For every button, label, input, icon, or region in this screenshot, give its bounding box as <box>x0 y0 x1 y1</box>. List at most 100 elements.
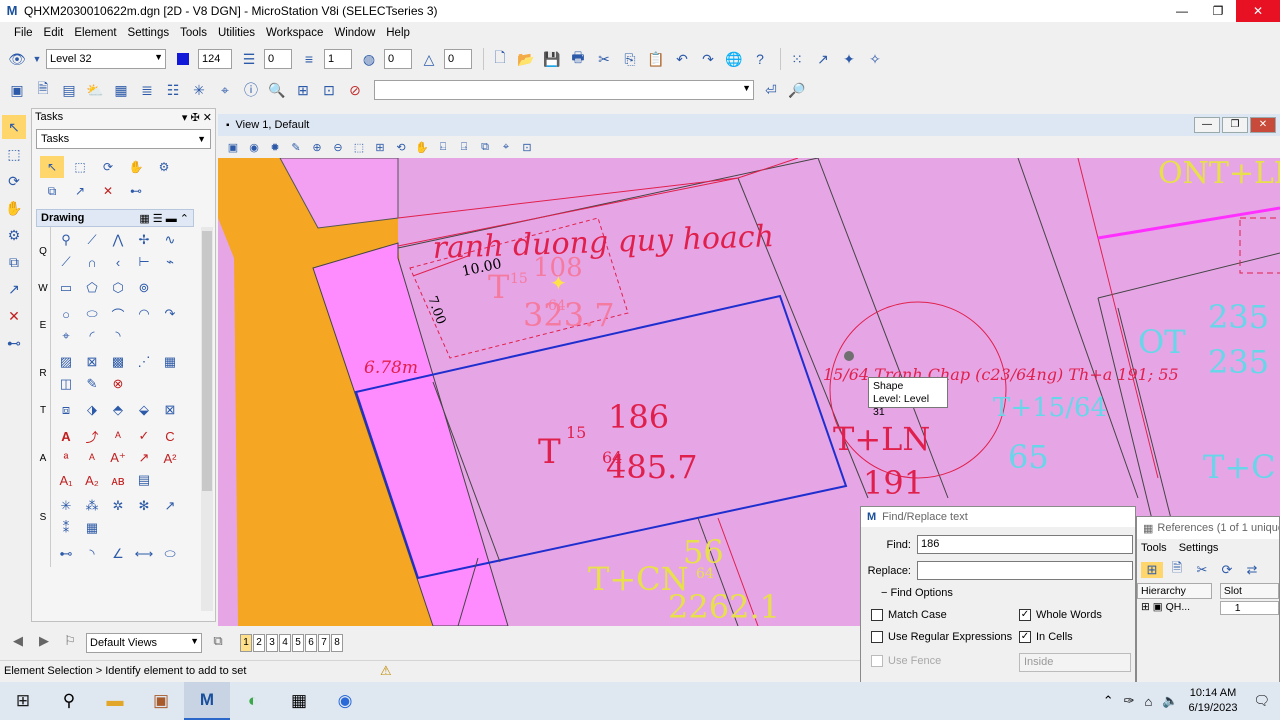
delete-icon[interactable]: ✕ <box>2 304 26 328</box>
paste-icon[interactable]: 📋 <box>645 48 667 70</box>
match-pattern-icon[interactable]: ◫ <box>54 374 78 394</box>
view-groups-icon[interactable]: ⧉ <box>208 633 228 653</box>
rotate-tool-icon[interactable]: ⟳ <box>96 156 120 178</box>
cell-edit-icon[interactable]: ⬗ <box>80 400 104 420</box>
show-pattern-icon[interactable]: ▦ <box>158 352 182 372</box>
dropdown-arrow-icon[interactable]: ▼ <box>32 48 42 70</box>
web-globe-icon[interactable]: 🌐 <box>723 48 745 70</box>
extend-icon[interactable]: ⌖ <box>54 326 78 346</box>
cell-icon[interactable]: ⧈ <box>54 400 78 420</box>
snap-table-icon[interactable]: ▦ <box>80 518 104 538</box>
dimension-line-icon[interactable]: ⊷ <box>54 544 78 564</box>
view-next-icon[interactable]: ⍈ <box>455 141 473 154</box>
render-icon[interactable]: ◉ <box>245 141 263 154</box>
color-swatch-icon[interactable] <box>172 48 194 70</box>
hatch-icon[interactable]: ▨ <box>54 352 78 372</box>
pen-icon[interactable]: ✑ <box>1124 693 1135 709</box>
view-4-button[interactable]: 4 <box>279 634 291 652</box>
view-close-icon[interactable]: ✕ <box>1250 117 1276 133</box>
text-copy-icon[interactable]: ↗ <box>132 448 156 468</box>
menu-workspace[interactable]: Workspace <box>266 27 323 39</box>
view-2-button[interactable]: 2 <box>253 634 265 652</box>
zalo-icon[interactable]: ◉ <box>322 682 368 720</box>
arc-edge-icon[interactable]: ◠ <box>132 304 156 324</box>
select-tool-icon[interactable]: ↖ <box>40 156 64 178</box>
scale-tool-icon[interactable]: ↗ <box>68 180 92 202</box>
menu-element[interactable]: Element <box>74 27 116 39</box>
references-icon[interactable]: ▦ <box>110 79 132 101</box>
pan-view-icon[interactable]: ✋ <box>413 141 431 154</box>
slot-cell[interactable]: 1 <box>1219 601 1279 615</box>
find-options-header[interactable]: − Find Options <box>881 587 953 599</box>
multiline-icon[interactable]: ⋀ <box>106 230 130 250</box>
weight-icon[interactable]: ≡ <box>298 48 320 70</box>
find-input[interactable]: 186 <box>917 535 1133 554</box>
curve-icon[interactable]: ∿ <box>158 230 182 250</box>
fit-view-icon[interactable]: ⊞ <box>371 141 389 154</box>
attrib-tool-icon[interactable]: ⚙ <box>152 156 176 178</box>
tasks-combo[interactable]: Tasks ▼ <box>36 129 211 149</box>
tree-item[interactable]: ⊞ ▣ QH... <box>1137 601 1216 615</box>
file-explorer-icon[interactable]: ▬ <box>92 682 138 720</box>
layers-icon[interactable]: ☷ <box>162 79 184 101</box>
chevron-left-icon[interactable]: ‹ <box>106 252 130 272</box>
text-font-icon[interactable]: ᴬ <box>106 426 130 446</box>
menu-tools[interactable]: Tools <box>180 27 207 39</box>
dimension-linear-icon[interactable]: ⟷ <box>132 544 156 564</box>
cell-select-icon[interactable]: ⬙ <box>132 400 156 420</box>
hierarchy-icon[interactable]: ⊞ <box>1141 562 1163 578</box>
text-abc-icon[interactable]: ª <box>54 448 78 468</box>
col-hierarchy[interactable]: Hierarchy <box>1137 583 1212 599</box>
group-tool-icon[interactable]: ⧉ <box>40 180 64 202</box>
edit-line-icon[interactable]: ↗ <box>812 48 834 70</box>
view-mode-icons[interactable]: ▦ ☰ ▬ ⌃ <box>139 212 189 225</box>
snap-star-icon[interactable]: ✳ <box>54 496 78 516</box>
measure-tool-icon[interactable]: ⊷ <box>2 331 26 355</box>
warning-icon[interactable]: ⚠ <box>380 663 396 679</box>
clip-volume-icon[interactable]: ⊡ <box>518 141 536 154</box>
camera-icon[interactable]: ⌖ <box>497 141 515 154</box>
cell-delete-icon[interactable]: ⊠ <box>158 400 182 420</box>
volume-icon[interactable]: 🔈 <box>1162 693 1178 709</box>
dimension-arc-icon[interactable]: ◝ <box>80 544 104 564</box>
text-table-icon[interactable]: ▤ <box>132 470 156 490</box>
priority-icon[interactable]: △ <box>418 48 440 70</box>
notification-icon[interactable]: 🗨 <box>1253 693 1270 709</box>
keyin-combo[interactable]: ▼ <box>374 80 754 100</box>
search-icon[interactable]: ⚲ <box>46 682 92 720</box>
use-fence-checkbox[interactable]: Use Fence <box>871 655 941 667</box>
models-icon[interactable]: ▤ <box>58 79 80 101</box>
magic-wand-icon[interactable]: ✦ <box>838 48 860 70</box>
transparency-icon[interactable]: ◍ <box>358 48 380 70</box>
measure-tool-icon[interactable]: ⊷ <box>124 180 148 202</box>
back-icon[interactable]: ◀ <box>8 633 28 653</box>
hand-tool-icon[interactable]: ✋ <box>124 156 148 178</box>
attach-icon[interactable]: 🗎 <box>1166 559 1188 581</box>
snap-center-icon[interactable]: ✻ <box>132 496 156 516</box>
line-style-icon[interactable]: ☰ <box>238 48 260 70</box>
microstation-taskbar-icon[interactable]: M <box>184 682 230 720</box>
panel-controls[interactable]: ▾ ✠ ✕ <box>182 111 212 124</box>
rectangle-icon[interactable]: ▭ <box>54 278 78 298</box>
smartline-icon[interactable]: ⟋ <box>80 230 104 250</box>
open-folder-icon[interactable]: 📂 <box>515 48 537 70</box>
view-6-button[interactable]: 6 <box>305 634 317 652</box>
minimize-icon[interactable]: — <box>1164 0 1200 22</box>
manipulate-icon[interactable]: ⟳ <box>2 169 26 193</box>
zoom-out-icon[interactable]: ⊖ <box>329 141 347 154</box>
level-display-icon[interactable]: 👁 <box>6 48 28 70</box>
text-along-icon[interactable]: ⤴ <box>80 426 104 446</box>
ellipse-icon[interactable]: ⬭ <box>80 304 104 324</box>
menu-help[interactable]: Help <box>386 27 410 39</box>
element-info-icon[interactable]: ⓘ <box>240 79 262 101</box>
snap-multi-icon[interactable]: ⁑ <box>54 518 78 538</box>
delete-pattern-icon[interactable]: ⊗ <box>106 374 130 394</box>
snap-arrow-icon[interactable]: ↗ <box>158 496 182 516</box>
offset-icon[interactable]: ⊢ <box>132 252 156 272</box>
sun-icon[interactable]: ✹ <box>266 141 284 154</box>
raster-manager-icon[interactable]: ⛅ <box>84 79 106 101</box>
stream-icon[interactable]: ⌁ <box>158 252 182 272</box>
window-area-icon[interactable]: ⬚ <box>350 141 368 154</box>
orthogonal-shape-icon[interactable]: ⬡ <box>106 278 130 298</box>
new-file-icon[interactable]: 🗋 <box>489 48 511 70</box>
